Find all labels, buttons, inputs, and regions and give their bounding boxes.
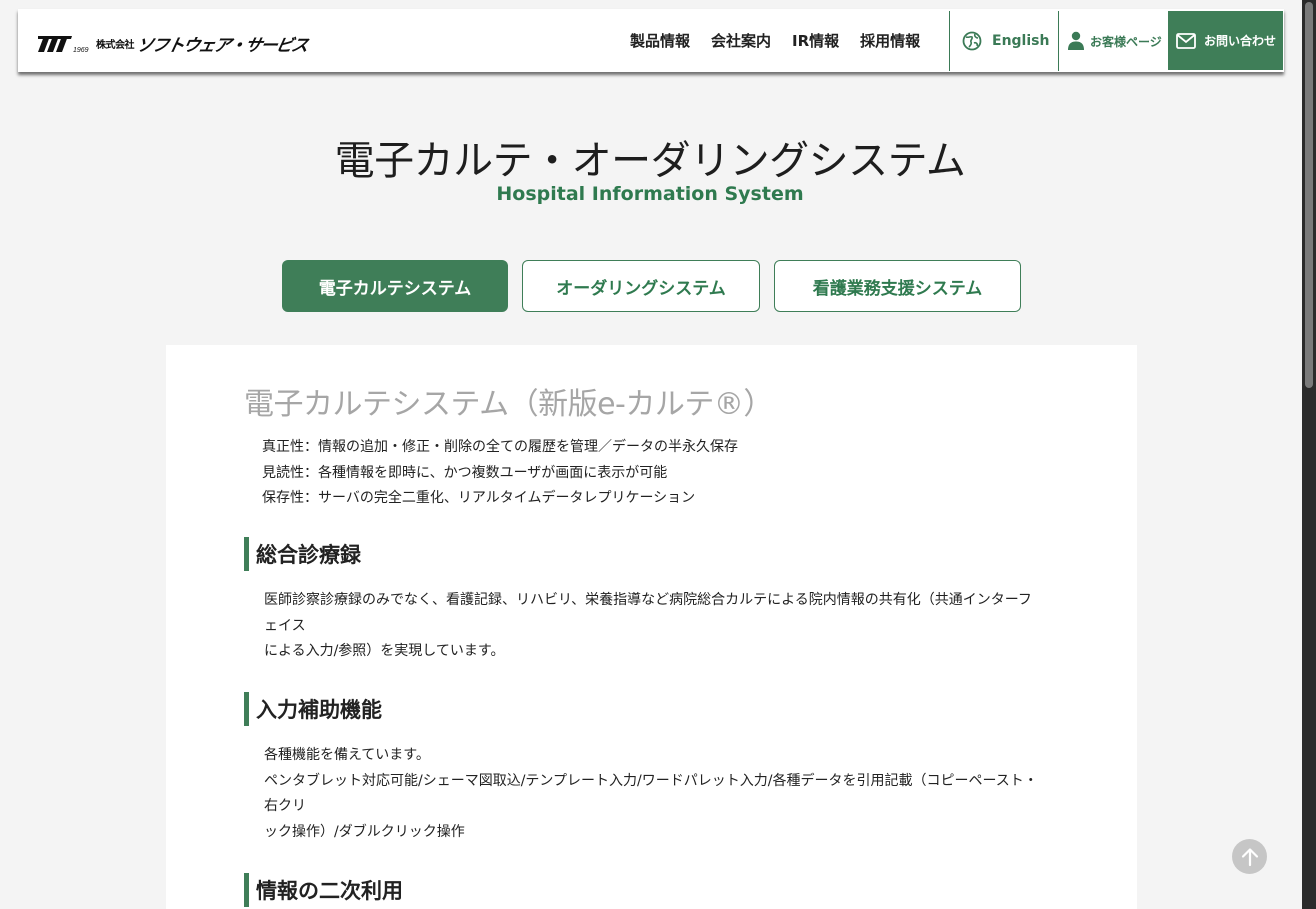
page-title: 電子カルテ・オーダリングシステム: [334, 138, 966, 184]
content-card: 電子カルテシステム（新版e-カルテ®） 真正性：情報の追加・修正・削除の全ての履…: [166, 345, 1137, 909]
page-scrollbar[interactable]: [1302, 0, 1316, 909]
company-logo[interactable]: 1969 株式会社 ソフトウェア・サービス: [38, 31, 310, 56]
site-header: 1969 株式会社 ソフトウェア・サービス 製品情報 会社案内 IR情報 採用情…: [18, 9, 1284, 72]
person-icon: [1068, 31, 1084, 50]
subheading-secondary-use: 情報の二次利用: [244, 873, 403, 907]
paragraph-input-assist: 各種機能を備えています。 ペンタブレット対応可能/シェーマ図取込/テンプレート入…: [264, 743, 1044, 845]
tab-nursing-support[interactable]: 看護業務支援システム: [774, 260, 1021, 312]
logo-company-name: ソフトウェア・サービス: [134, 36, 310, 56]
back-to-top-button[interactable]: [1232, 839, 1267, 874]
paragraph-line: による入力/参照）を実現しています。: [264, 643, 505, 659]
tab-electronic-chart[interactable]: 電子カルテシステム: [282, 260, 508, 312]
scrollbar-thumb[interactable]: [1305, 2, 1313, 388]
feature-authenticity: 真正性：情報の追加・修正・削除の全ての履歴を管理／データの半永久保存: [262, 439, 738, 455]
paragraph-line: ック操作）/ダブルクリック操作: [264, 823, 465, 840]
english-label: English: [992, 33, 1050, 49]
main-nav: 製品情報 会社案内 IR情報 採用情報: [630, 9, 920, 72]
paragraph-general-record: 医師診察診療録のみでなく、看護記録、リハビリ、栄養指導など病院総合カルテによる院…: [264, 588, 1044, 665]
nav-item-ir[interactable]: IR情報: [792, 30, 839, 51]
mail-icon: [1176, 32, 1196, 49]
nav-item-products[interactable]: 製品情報: [630, 30, 690, 51]
page-subtitle: Hospital Information System: [496, 183, 804, 205]
paragraph-line: 医師診察診療録のみでなく、看護記録、リハビリ、栄養指導など病院総合カルテによる院…: [264, 592, 1032, 634]
tab-ordering[interactable]: オーダリングシステム: [522, 260, 760, 312]
paragraph-line: ペンタブレット対応可能/シェーマ図取込/テンプレート入力/ワードパレット入力/各…: [264, 772, 1038, 815]
nav-item-company[interactable]: 会社案内: [711, 30, 771, 51]
english-link[interactable]: English: [949, 11, 1059, 71]
arrow-up-icon: [1241, 847, 1258, 866]
customer-label: お客様ページ: [1090, 34, 1162, 49]
contact-label: お問い合わせ: [1204, 34, 1277, 48]
contact-button[interactable]: お問い合わせ: [1168, 11, 1283, 70]
paragraph-line: 各種機能を備えています。: [264, 747, 430, 763]
customer-page-link[interactable]: お客様ページ: [1060, 11, 1168, 71]
svg-text:1969: 1969: [73, 47, 89, 53]
subheading-general-record: 総合診療録: [244, 537, 361, 571]
nav-item-recruit[interactable]: 採用情報: [860, 30, 920, 51]
brand-mark-icon: 1969: [38, 35, 89, 53]
globe-icon: [962, 31, 982, 51]
subheading-input-assist: 入力補助機能: [244, 692, 382, 726]
logo-kabushiki: 株式会社: [96, 40, 135, 51]
feature-readability: 見読性：各種情報を即時に、かつ複数ユーザが画面に表示が可能: [262, 465, 668, 481]
feature-preservation: 保存性：サーバの完全二重化、リアルタイムデータレプリケーション: [262, 490, 696, 506]
section-title: 電子カルテシステム（新版e-カルテ®）: [244, 387, 773, 422]
